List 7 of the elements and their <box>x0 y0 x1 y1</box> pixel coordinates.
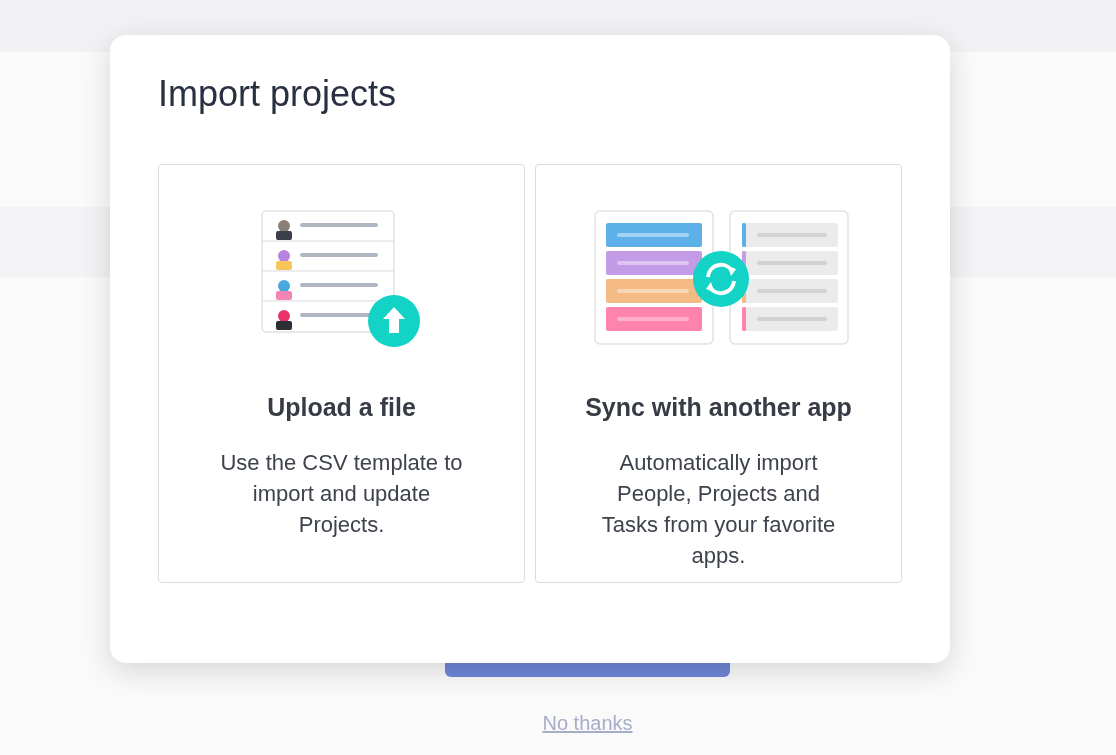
dialog-title: Import projects <box>158 72 398 116</box>
option-description: Automatically import People, Projects and Tasks from your favorite apps. <box>600 448 837 570</box>
option-title: Upload a file <box>267 392 416 423</box>
import-option-card[interactable]: Sync with another app Automatically import People, Projects and Tasks from your favorite apps. <box>535 164 902 583</box>
import-option-card[interactable]: Upload a file Use the CSV template to import and update Projects. <box>158 164 525 583</box>
option-description: Use the CSV template to import and update Projects. <box>219 448 464 539</box>
option-title: Sync with another app <box>585 392 852 423</box>
